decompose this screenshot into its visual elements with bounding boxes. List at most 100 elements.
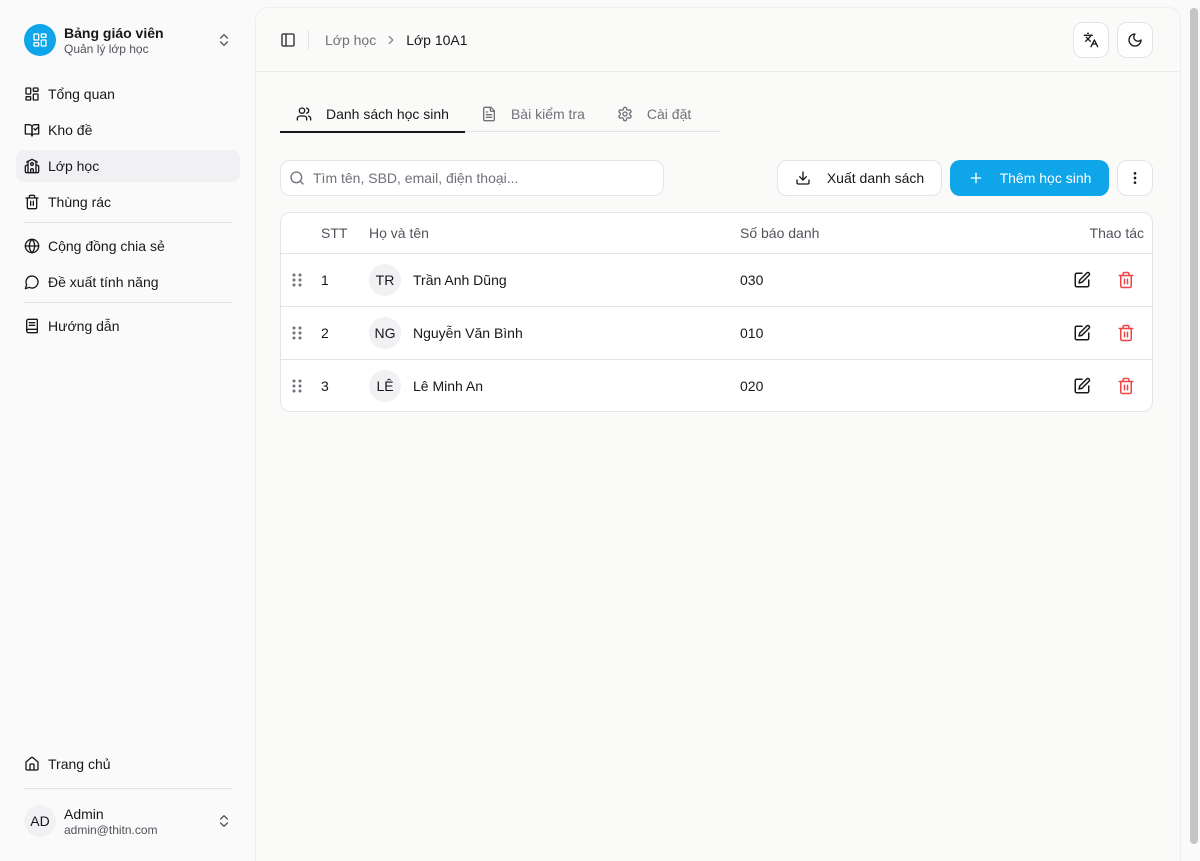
sidebar-item-label: Thùng rác bbox=[48, 194, 112, 210]
main-panel: Lớp học Lớp 10A1 Danh sách học sinh Bài … bbox=[256, 8, 1180, 861]
trash-icon[interactable] bbox=[1117, 324, 1135, 342]
cell-name: Lê Minh An bbox=[413, 378, 484, 394]
tab-settings[interactable]: Cài đặt bbox=[601, 96, 707, 132]
user-name: Admin bbox=[64, 805, 104, 822]
plus-icon bbox=[970, 172, 981, 184]
sidebar: Bảng giáo viên Quản lý lớp học Tổng quan… bbox=[0, 0, 248, 861]
avatar: NG bbox=[369, 317, 401, 349]
sidebar-item-label: Tổng quan bbox=[48, 86, 115, 102]
sidebar-item-label: Trang chủ bbox=[48, 756, 111, 772]
settings-icon bbox=[618, 106, 632, 122]
column-header-name: Họ và tên bbox=[369, 225, 429, 241]
header-divider bbox=[308, 30, 309, 50]
sidebar-item-classes[interactable]: Lớp học bbox=[16, 150, 240, 182]
avatar: LÊ bbox=[369, 370, 401, 402]
search-box bbox=[280, 160, 664, 196]
user-menu[interactable]: AD Admin admin@thitn.com bbox=[16, 797, 240, 845]
cell-name: Trần Anh Dũng bbox=[413, 272, 507, 288]
table-row: 2 NG Nguyễn Văn Bình 010 bbox=[281, 307, 1152, 360]
book-icon bbox=[26, 318, 38, 334]
sidebar-nav: Tổng quan Kho đề Lớp học Thùng rác Cộng … bbox=[16, 78, 240, 346]
tab-list: Danh sách học sinh Bài kiểm tra Cài đặt bbox=[280, 96, 721, 133]
more-vertical-icon bbox=[1133, 172, 1137, 184]
message-icon bbox=[24, 275, 39, 290]
sidebar-item-label: Kho đề bbox=[48, 122, 93, 138]
avatar: TR bbox=[369, 264, 401, 296]
breadcrumb-parent[interactable]: Lớp học bbox=[325, 32, 376, 48]
cell-stt: 1 bbox=[321, 272, 329, 288]
search-input[interactable] bbox=[313, 170, 653, 186]
globe-icon bbox=[24, 238, 40, 254]
more-options-button[interactable] bbox=[1117, 160, 1153, 196]
sidebar-item-community[interactable]: Cộng đồng chia sẻ bbox=[16, 230, 240, 262]
panel-left-icon[interactable] bbox=[280, 32, 296, 48]
language-button[interactable] bbox=[1073, 22, 1109, 58]
add-student-button[interactable]: Thêm học sinh bbox=[950, 160, 1109, 196]
home-icon bbox=[25, 756, 39, 771]
tab-label: Danh sách học sinh bbox=[326, 106, 449, 122]
search-icon bbox=[290, 171, 304, 185]
grid-icon bbox=[25, 87, 39, 101]
grip-vertical-icon[interactable] bbox=[291, 378, 303, 394]
grip-vertical-icon[interactable] bbox=[291, 272, 303, 288]
sidebar-item-home[interactable]: Trang chủ bbox=[16, 748, 240, 780]
trash-icon[interactable] bbox=[1117, 377, 1135, 395]
cell-stt: 3 bbox=[321, 378, 329, 394]
tab-student-list[interactable]: Danh sách học sinh bbox=[280, 96, 465, 133]
brand-subtitle: Quản lý lớp học bbox=[64, 42, 149, 56]
theme-toggle-button[interactable] bbox=[1117, 22, 1153, 58]
sidebar-item-feature-request[interactable]: Đề xuất tính năng bbox=[16, 266, 240, 298]
chevrons-up-down-icon bbox=[220, 34, 228, 46]
table-header: STT Họ và tên Số báo danh Thao tác bbox=[281, 213, 1152, 254]
edit-icon[interactable] bbox=[1073, 324, 1091, 342]
sidebar-item-label: Lớp học bbox=[48, 158, 100, 174]
grip-vertical-icon[interactable] bbox=[291, 325, 303, 341]
file-text-icon bbox=[482, 106, 495, 122]
tab-tests[interactable]: Bài kiểm tra bbox=[465, 96, 601, 132]
chevron-right-icon bbox=[388, 35, 394, 45]
column-header-stt: STT bbox=[321, 225, 348, 241]
scrollbar-thumb[interactable] bbox=[1190, 8, 1198, 844]
chevrons-up-down-icon bbox=[220, 815, 228, 827]
trash-icon[interactable] bbox=[1117, 271, 1135, 289]
book-check-icon bbox=[24, 124, 40, 137]
column-header-actions: Thao tác bbox=[1089, 225, 1144, 241]
brand-title: Bảng giáo viên bbox=[64, 25, 164, 41]
brand-switcher[interactable]: Bảng giáo viên Quản lý lớp học bbox=[16, 16, 240, 64]
edit-icon[interactable] bbox=[1073, 377, 1091, 395]
sidebar-item-label: Cộng đồng chia sẻ bbox=[48, 238, 165, 254]
page-scrollbar[interactable] bbox=[1188, 8, 1198, 844]
sidebar-item-label: Đề xuất tính năng bbox=[48, 274, 159, 290]
tab-label: Cài đặt bbox=[646, 106, 692, 122]
tab-label: Bài kiểm tra bbox=[510, 106, 585, 122]
cell-stt: 2 bbox=[321, 325, 329, 341]
sidebar-item-label: Hướng dẫn bbox=[48, 318, 120, 334]
edit-icon[interactable] bbox=[1073, 271, 1091, 289]
footer-divider bbox=[24, 788, 232, 789]
nav-divider bbox=[24, 302, 232, 303]
sidebar-item-guide[interactable]: Hướng dẫn bbox=[16, 310, 240, 342]
school-icon bbox=[24, 158, 40, 174]
student-table: STT Họ và tên Số báo danh Thao tác 1 TR … bbox=[280, 212, 1153, 412]
languages-icon bbox=[1083, 32, 1099, 48]
breadcrumb: Lớp học Lớp 10A1 bbox=[325, 30, 468, 50]
moon-icon bbox=[1128, 33, 1142, 47]
export-list-button[interactable]: Xuất danh sách bbox=[777, 160, 942, 196]
sidebar-item-question-bank[interactable]: Kho đề bbox=[16, 114, 240, 146]
cell-sbd: 010 bbox=[740, 325, 764, 341]
cell-name: Nguyễn Văn Bình bbox=[413, 325, 523, 341]
download-icon bbox=[796, 171, 810, 185]
user-email: admin@thitn.com bbox=[64, 822, 158, 837]
export-label: Xuất danh sách bbox=[826, 170, 925, 186]
breadcrumb-current: Lớp 10A1 bbox=[406, 32, 468, 48]
dashboard-icon bbox=[24, 24, 56, 56]
table-row: 1 TR Trần Anh Dũng 030 bbox=[281, 254, 1152, 307]
users-icon bbox=[296, 107, 312, 121]
add-label: Thêm học sinh bbox=[999, 170, 1092, 186]
nav-divider bbox=[24, 222, 232, 223]
sidebar-item-overview[interactable]: Tổng quan bbox=[16, 78, 240, 110]
cell-sbd: 020 bbox=[740, 378, 764, 394]
sidebar-item-trash[interactable]: Thùng rác bbox=[16, 186, 240, 218]
trash-icon bbox=[25, 194, 39, 210]
top-bar: Lớp học Lớp 10A1 bbox=[256, 8, 1180, 72]
